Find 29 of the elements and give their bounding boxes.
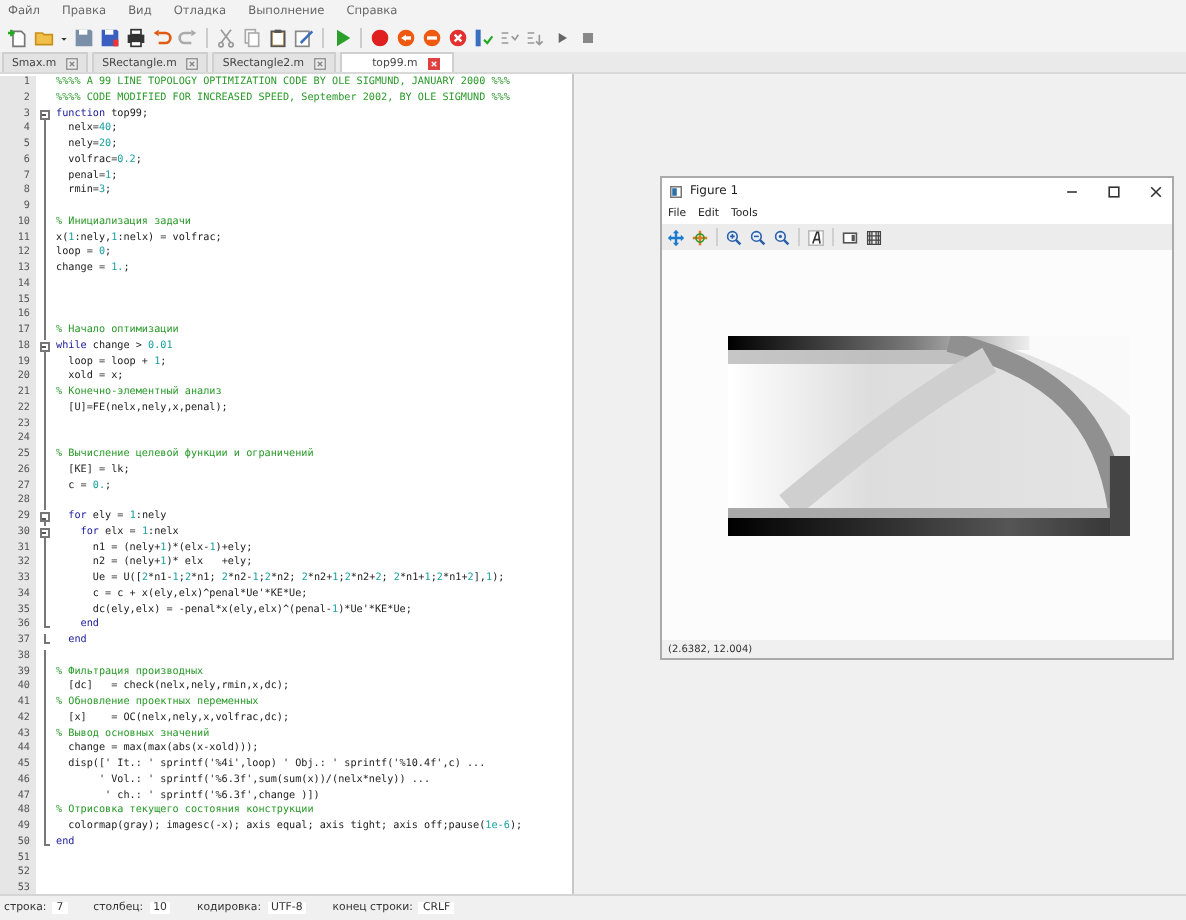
zoom-out-icon[interactable] (750, 229, 766, 245)
zoom-in-icon[interactable] (726, 229, 742, 245)
step-forward-icon[interactable] (422, 27, 442, 47)
scissors-icon[interactable] (216, 27, 236, 47)
run-icon[interactable] (332, 27, 352, 47)
step-out-icon[interactable] (526, 27, 546, 47)
grid-icon[interactable] (866, 229, 882, 245)
zoom-reset-icon[interactable] (774, 229, 790, 245)
breakpoint-icon[interactable] (370, 27, 390, 47)
save-all-icon[interactable] (100, 27, 120, 47)
close-icon[interactable] (1148, 183, 1164, 199)
step-back-icon[interactable] (396, 27, 416, 47)
rotate-icon[interactable] (692, 229, 708, 245)
clipboard-icon[interactable] (268, 27, 288, 47)
clear-breakpoints-icon[interactable] (448, 27, 468, 47)
step-over-icon[interactable] (500, 27, 520, 47)
stop-icon[interactable] (578, 27, 598, 47)
maximize-icon[interactable] (1106, 183, 1122, 199)
pan-icon[interactable] (668, 229, 684, 245)
new-file-icon[interactable] (8, 27, 28, 47)
figure-icon (670, 185, 682, 197)
printer-icon[interactable] (126, 27, 146, 47)
text-icon[interactable] (808, 229, 824, 245)
edit-icon[interactable] (294, 27, 314, 47)
fold-toggle[interactable] (39, 341, 49, 352)
fold-toggle[interactable] (39, 109, 49, 119)
step-into-icon[interactable] (474, 27, 494, 47)
colorbar-icon[interactable] (842, 229, 858, 245)
code-editor[interactable] (0, 74, 574, 894)
